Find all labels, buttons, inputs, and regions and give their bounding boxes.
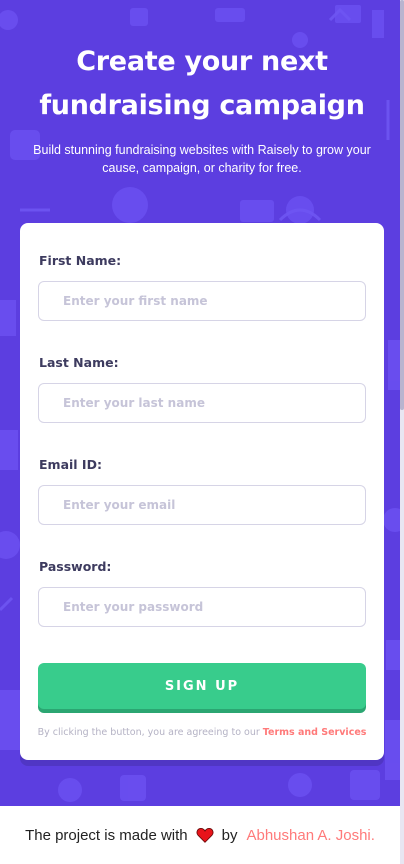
last-name-label: Last Name:: [39, 355, 119, 370]
first-name-input[interactable]: [38, 281, 366, 321]
footer: The project is made with by Abhushan A. …: [0, 806, 400, 864]
title-line-1: Create your next: [76, 46, 328, 77]
subtitle-line-1: Build stunning fundraising websites with…: [33, 143, 371, 157]
heart-icon: [196, 828, 214, 843]
terms-link[interactable]: Terms and Services: [263, 727, 367, 738]
password-label: Password:: [39, 559, 112, 574]
signup-form: First Name: Last Name: Email ID: Passwor…: [20, 223, 384, 760]
scrollbar-thumb[interactable]: [400, 0, 404, 410]
email-label: Email ID:: [39, 457, 102, 472]
terms-notice: By clicking the button, you are agreeing…: [20, 727, 384, 738]
first-name-label: First Name:: [39, 253, 122, 268]
footer-by: by: [221, 826, 238, 844]
page-subtitle: Build stunning fundraising websites with…: [22, 141, 382, 177]
terms-text: By clicking the button, you are agreeing…: [37, 727, 263, 738]
password-input[interactable]: [38, 587, 366, 627]
page-title: Create your next fundraising campaign: [10, 40, 394, 128]
hero-section: Create your next fundraising campaign Bu…: [0, 0, 404, 806]
title-line-2: fundraising campaign: [39, 90, 365, 121]
last-name-input[interactable]: [38, 383, 366, 423]
author-link[interactable]: Abhushan A. Joshi.: [246, 827, 374, 844]
subtitle-line-2: cause, campaign, or charity for free.: [102, 161, 302, 175]
sign-up-button[interactable]: SIGN UP: [38, 663, 366, 709]
footer-text: The project is made with: [25, 826, 188, 844]
scrollbar[interactable]: [400, 0, 404, 864]
email-input[interactable]: [38, 485, 366, 525]
